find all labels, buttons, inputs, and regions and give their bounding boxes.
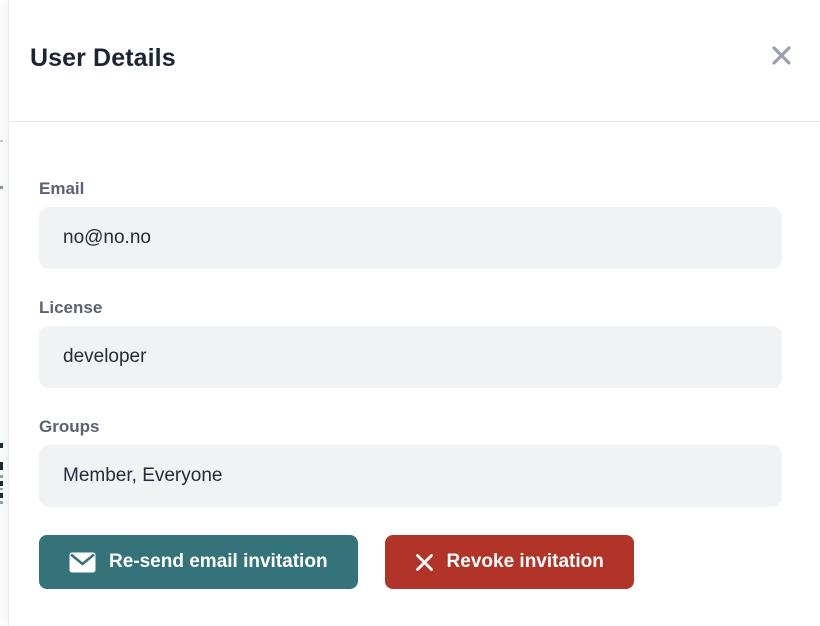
groups-field: Member, Everyone (39, 445, 782, 507)
close-icon (770, 44, 793, 70)
license-field: developer (39, 326, 782, 388)
revoke-invitation-label: Revoke invitation (447, 551, 604, 573)
background-artifact (0, 186, 3, 189)
license-label: License (39, 297, 782, 318)
background-artifact (0, 475, 3, 478)
background-artifact (0, 481, 3, 486)
email-label: Email (39, 178, 782, 199)
background-artifact (0, 140, 3, 142)
background-artifact (0, 501, 3, 504)
modal-header: User Details (9, 0, 820, 122)
email-field-group: Email no@no.no (39, 178, 782, 269)
envelope-icon (69, 552, 96, 573)
background-artifact (0, 488, 3, 490)
email-field: no@no.no (39, 207, 782, 269)
page-title: User Details (30, 44, 176, 73)
x-icon (415, 553, 434, 572)
groups-field-group: Groups Member, Everyone (39, 416, 782, 507)
background-artifact (0, 462, 3, 470)
resend-invitation-button[interactable]: Re-send email invitation (39, 535, 358, 589)
close-button[interactable] (766, 42, 796, 72)
background-artifact (0, 443, 3, 448)
user-details-modal: User Details Email no@no.no License deve… (8, 0, 820, 626)
groups-label: Groups (39, 416, 782, 437)
resend-invitation-label: Re-send email invitation (109, 551, 328, 573)
revoke-invitation-button[interactable]: Revoke invitation (385, 535, 634, 589)
background-artifact (0, 493, 3, 498)
modal-body: Email no@no.no License developer Groups … (9, 122, 820, 589)
license-field-group: License developer (39, 297, 782, 388)
modal-actions: Re-send email invitation Revoke invitati… (39, 535, 782, 589)
